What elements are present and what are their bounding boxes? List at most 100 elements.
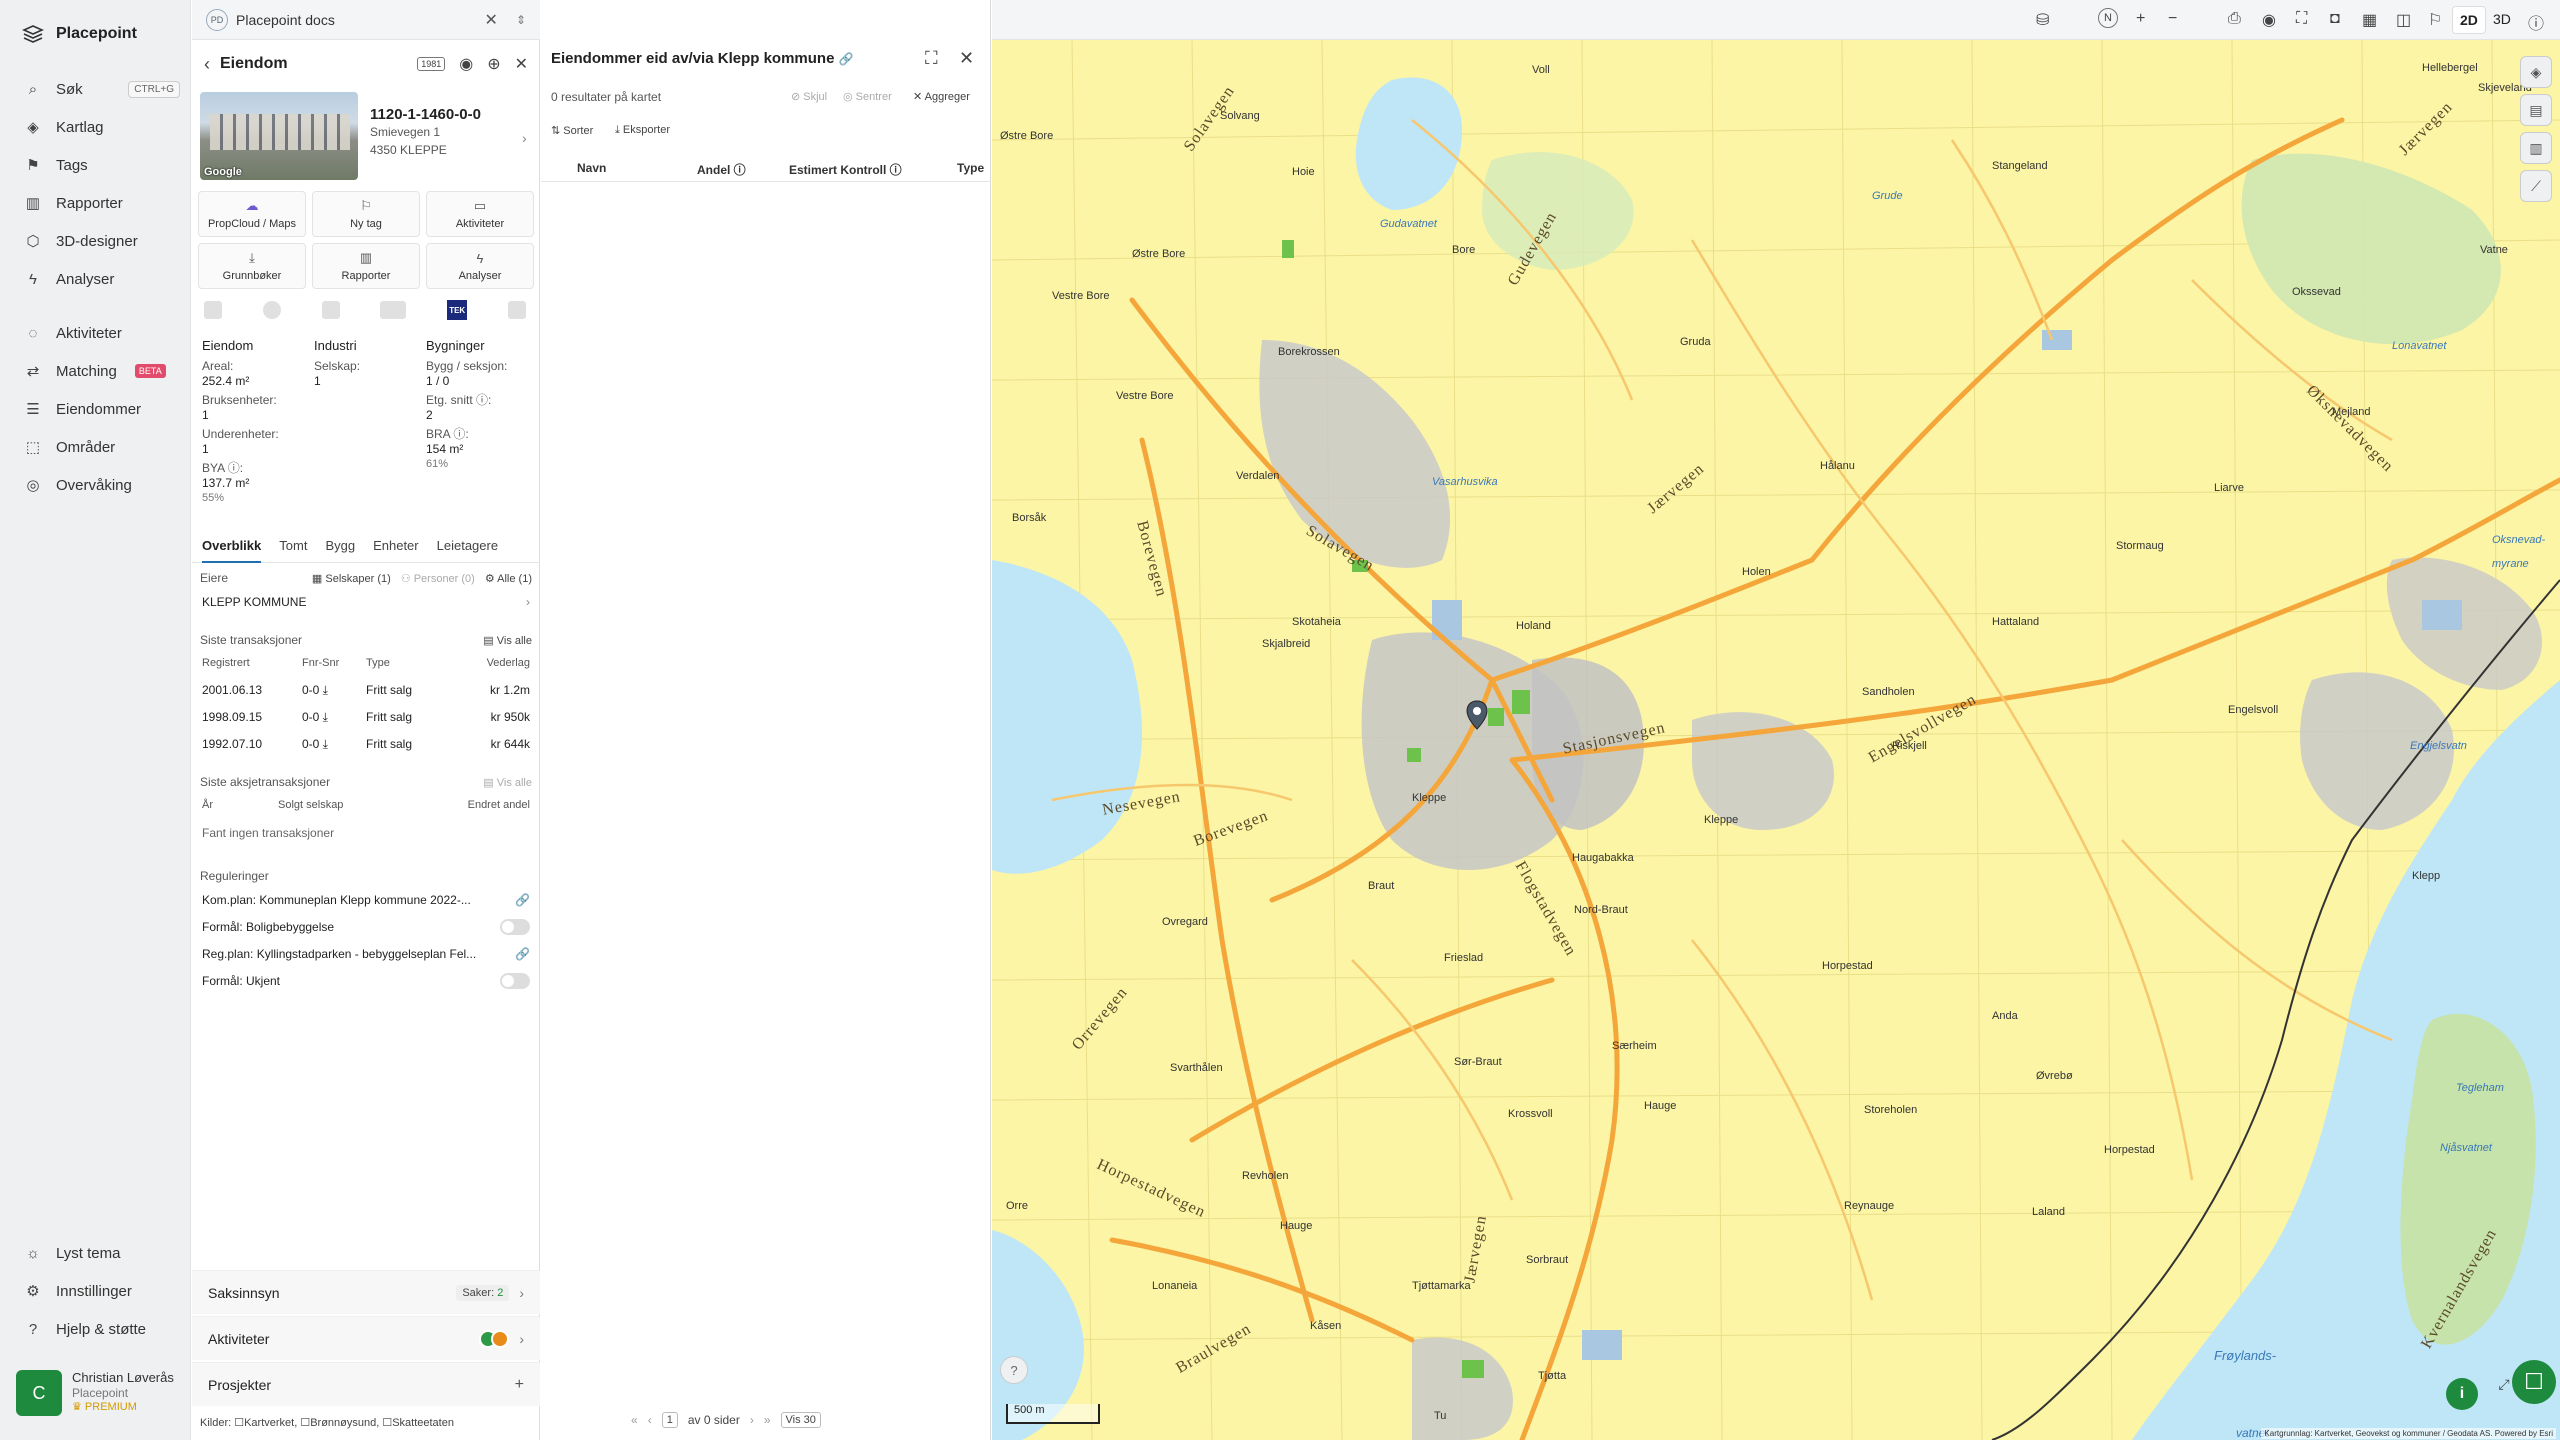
hide-button[interactable]: ⊘ Skjul	[791, 90, 827, 103]
tab-leietagere[interactable]: Leietagere	[437, 535, 498, 563]
filter-all[interactable]: ⚙ Alle (1)	[485, 572, 532, 585]
fullscreen-icon[interactable]: ⛶	[2296, 10, 2307, 28]
split-icon[interactable]: ◫	[2396, 10, 2411, 30]
prev-page-icon[interactable]: ‹	[648, 1413, 652, 1427]
nav-item-tags[interactable]: ⚑ Tags	[24, 150, 180, 180]
nav-item-kartlag[interactable]: ◈ Kartlag	[24, 112, 180, 142]
nav-item-aktiviteter[interactable]: ◌ Aktiviteter	[24, 318, 180, 348]
link-icon[interactable]: 🔗	[515, 947, 530, 961]
sort-button[interactable]: ⇅ Sorter	[551, 124, 593, 137]
regulation-row[interactable]: Reg.plan: Kyllingstadparken - bebyggelse…	[192, 940, 540, 967]
reports-button[interactable]: ▥ Rapporter	[312, 243, 420, 289]
new-tag-button[interactable]: ⚐ Ny tag	[312, 191, 420, 237]
tab-bygg[interactable]: Bygg	[325, 535, 355, 563]
col-header[interactable]: Estimert Kontroll ⓘ	[789, 161, 902, 178]
property-photo[interactable]: Google	[200, 92, 358, 180]
plus-circle-icon[interactable]: ⊕	[487, 54, 500, 74]
tx-fnr[interactable]: 0-0 ⤓	[302, 731, 366, 758]
chat-button[interactable]: ☐	[2512, 1360, 2556, 1404]
per-page-select[interactable]: Vis 30	[780, 1412, 821, 1428]
nav-item-rapporter[interactable]: ▥ Rapporter	[24, 188, 180, 218]
print-icon[interactable]: ⎙	[2228, 10, 2241, 28]
nav-item-analyser[interactable]: ϟ Analyser	[24, 264, 180, 294]
source-buildings-icon[interactable]	[380, 301, 407, 319]
property-marker-icon[interactable]	[1466, 700, 1488, 730]
info-button[interactable]: i	[2446, 1378, 2478, 1410]
nav-item-overvaking[interactable]: ◎ Overvåking	[24, 470, 180, 500]
user-profile[interactable]: C Christian Løverås Placepoint ♛ PREMIUM	[16, 1370, 186, 1420]
nav-item-omrader[interactable]: ⬚ Områder	[24, 432, 180, 462]
tab-overblikk[interactable]: Overblikk	[202, 535, 262, 563]
nav-item-eiendommer[interactable]: ☰ Eiendommer	[24, 394, 180, 424]
link-icon[interactable]: 🔗	[515, 893, 530, 907]
source-grid-icon[interactable]	[204, 301, 222, 319]
layers-icon[interactable]: ⛁	[2036, 10, 2049, 30]
tab-tomt[interactable]: Tomt	[279, 535, 307, 563]
grunnboker-button[interactable]: ⤓ Grunnbøker	[198, 243, 306, 289]
zoom-out-icon[interactable]: −	[2168, 10, 2177, 28]
toggle-switch[interactable]	[500, 918, 530, 935]
nav-item-settings[interactable]: ⚙ Innstillinger	[24, 1276, 180, 1306]
source-globe-icon[interactable]	[262, 301, 281, 319]
map-help-button[interactable]: ?	[1000, 1356, 1028, 1384]
last-page-icon[interactable]: »	[764, 1413, 771, 1427]
map-measure-button[interactable]: ⟋	[2520, 170, 2552, 202]
map-chart-button[interactable]: ▥	[2520, 132, 2552, 164]
saksinnsyn-band[interactable]: Saksinnsyn Saker: 2 ›	[192, 1270, 540, 1314]
close-icon[interactable]: ✕	[485, 10, 498, 30]
plus-icon[interactable]: +	[515, 1376, 524, 1394]
eye-icon[interactable]: ◉	[459, 54, 473, 74]
link-icon[interactable]: 🔗	[839, 52, 854, 66]
next-page-icon[interactable]: ›	[750, 1413, 754, 1427]
tab-enheter[interactable]: Enheter	[373, 535, 419, 563]
source-home-icon[interactable]	[507, 301, 526, 319]
fullscreen-icon[interactable]: ⛶	[925, 48, 938, 69]
filter-persons[interactable]: ⚇ Personer (0)	[401, 572, 475, 585]
bookmark-icon[interactable]: ⚐	[2428, 10, 2442, 30]
owner-row[interactable]: KLEPP KOMMUNE ›	[192, 588, 540, 615]
camera-icon[interactable]: ◘	[2330, 10, 2340, 28]
view-2d-button[interactable]: 2D	[2452, 6, 2486, 34]
compass-icon[interactable]: N	[2098, 8, 2118, 28]
close-icon[interactable]: ✕	[515, 54, 528, 74]
nav-item-help[interactable]: ? Hjelp & støtte	[24, 1314, 180, 1344]
expand-icon[interactable]: ⇕	[516, 13, 526, 27]
map-stack-button[interactable]: ▤	[2520, 94, 2552, 126]
filter-companies[interactable]: ▦ Selskaper (1)	[312, 572, 391, 585]
show-all-transactions[interactable]: ▤ Vis alle	[483, 634, 532, 647]
nav-item-matching[interactable]: ⇄ Matching BETA	[24, 356, 180, 386]
col-header[interactable]: Navn	[577, 161, 606, 175]
chevron-right-icon[interactable]: ›	[522, 130, 527, 146]
nav-item-3d-designer[interactable]: ⬡ 3D-designer	[24, 226, 180, 256]
page-input[interactable]: 1	[661, 1412, 678, 1428]
tx-fnr[interactable]: 0-0 ⤓	[302, 677, 366, 704]
tek-icon[interactable]: TEK	[447, 300, 468, 320]
aggregate-button[interactable]: ✕ Aggreger	[913, 90, 970, 103]
nav-item-search[interactable]: ⌕ Søk CTRL+G	[24, 74, 180, 104]
back-icon[interactable]: ‹	[204, 54, 210, 75]
source-plant-icon[interactable]	[321, 301, 340, 319]
info-icon[interactable]: ⓘ	[2528, 10, 2544, 34]
eye-icon[interactable]: ◉	[2262, 10, 2276, 30]
tx-fnr[interactable]: 0-0 ⤓	[302, 704, 366, 731]
col-header[interactable]: Andel ⓘ	[697, 161, 746, 178]
regulation-row[interactable]: Kom.plan: Kommuneplan Klepp kommune 2022…	[192, 886, 540, 913]
zoom-in-icon[interactable]: +	[2136, 10, 2145, 28]
prosjekter-band[interactable]: Prosjekter +	[192, 1362, 540, 1406]
activities-button[interactable]: ▭ Aktiviteter	[426, 191, 534, 237]
col-header[interactable]: Type	[957, 161, 984, 175]
toggle-switch[interactable]	[500, 972, 530, 989]
show-all-stock[interactable]: ▤ Vis alle	[483, 776, 532, 789]
first-page-icon[interactable]: «	[631, 1413, 638, 1427]
analyses-button[interactable]: ϟ Analyser	[426, 243, 534, 289]
map-layers-button[interactable]: ◈	[2520, 56, 2552, 88]
brand[interactable]: Placepoint	[22, 22, 137, 46]
nav-item-theme[interactable]: ☼ Lyst tema	[24, 1238, 180, 1268]
map-canvas[interactable]: Solavegen Solavegen Borevegen Borevegen …	[992, 40, 2560, 1440]
aktiviteter-band[interactable]: Aktiviteter ›	[192, 1316, 540, 1360]
view-3d-button[interactable]: 3D	[2486, 6, 2518, 32]
docs-title[interactable]: Placepoint docs	[236, 12, 335, 28]
grid-icon[interactable]: ▦	[2362, 10, 2377, 30]
close-icon[interactable]: ✕	[959, 48, 974, 69]
export-button[interactable]: ⤓ Eksporter	[615, 124, 670, 137]
